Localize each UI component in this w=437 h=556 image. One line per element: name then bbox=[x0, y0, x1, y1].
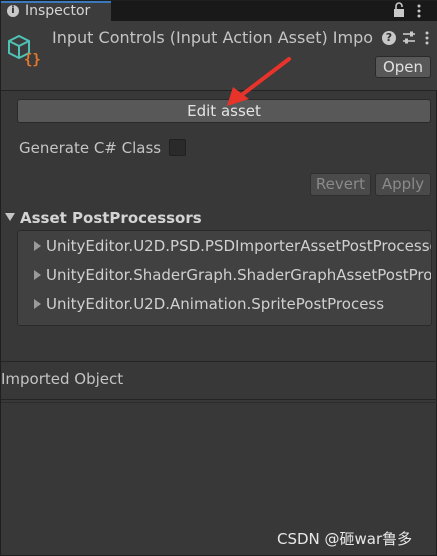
list-item[interactable]: UnityEditor.U2D.Animation.SpritePostProc… bbox=[34, 294, 431, 316]
section-divider bbox=[1, 402, 437, 403]
inspector-window: i Inspector {} Input Controls (Input Act… bbox=[0, 0, 437, 556]
help-icon[interactable]: ? bbox=[382, 31, 396, 45]
kebab-menu-icon[interactable] bbox=[415, 3, 423, 19]
list-item[interactable]: UnityEditor.ShaderGraph.ShaderGraphAsset… bbox=[34, 265, 432, 287]
settings-icon[interactable] bbox=[401, 30, 417, 46]
watermark: CSDN @砸war鲁多 bbox=[277, 530, 413, 548]
revert-button[interactable]: Revert bbox=[310, 173, 371, 196]
tab-bar: i Inspector bbox=[1, 1, 437, 21]
foldout-arrow-icon[interactable] bbox=[5, 213, 15, 221]
postprocessors-title[interactable]: Asset PostProcessors bbox=[20, 209, 202, 227]
imported-object-label: Imported Object bbox=[1, 370, 124, 388]
header-divider bbox=[1, 90, 437, 91]
kebab-icon[interactable] bbox=[423, 30, 431, 46]
list-item-label: UnityEditor.U2D.PSD.PSDImporterAssetPost… bbox=[46, 237, 432, 255]
lock-icon[interactable] bbox=[392, 2, 406, 18]
list-item-label: UnityEditor.ShaderGraph.ShaderGraphAsset… bbox=[46, 266, 432, 284]
expand-arrow-icon[interactable] bbox=[34, 241, 41, 251]
info-icon: i bbox=[7, 5, 19, 17]
tab-label: Inspector bbox=[25, 3, 91, 19]
expand-arrow-icon[interactable] bbox=[34, 299, 41, 309]
annotation-arrow bbox=[227, 57, 291, 106]
input-action-asset-icon: {} bbox=[8, 34, 41, 68]
postprocessors-list: UnityEditor.U2D.PSD.PSDImporterAssetPost… bbox=[17, 230, 432, 326]
svg-text:{}: {} bbox=[24, 52, 41, 68]
list-item-label: UnityEditor.U2D.Animation.SpritePostProc… bbox=[46, 295, 385, 313]
asset-title: Input Controls (Input Action Asset) Impo… bbox=[52, 28, 374, 47]
list-item[interactable]: UnityEditor.U2D.PSD.PSDImporterAssetPost… bbox=[34, 236, 432, 258]
apply-button[interactable]: Apply bbox=[375, 173, 431, 196]
open-button[interactable]: Open bbox=[375, 56, 431, 78]
section-divider bbox=[1, 399, 437, 400]
expand-arrow-icon[interactable] bbox=[34, 270, 41, 280]
generate-csharp-label: Generate C# Class bbox=[19, 139, 162, 157]
tab-inspector[interactable]: i Inspector bbox=[1, 1, 111, 21]
generate-csharp-checkbox[interactable] bbox=[169, 139, 186, 156]
section-divider bbox=[1, 361, 437, 362]
